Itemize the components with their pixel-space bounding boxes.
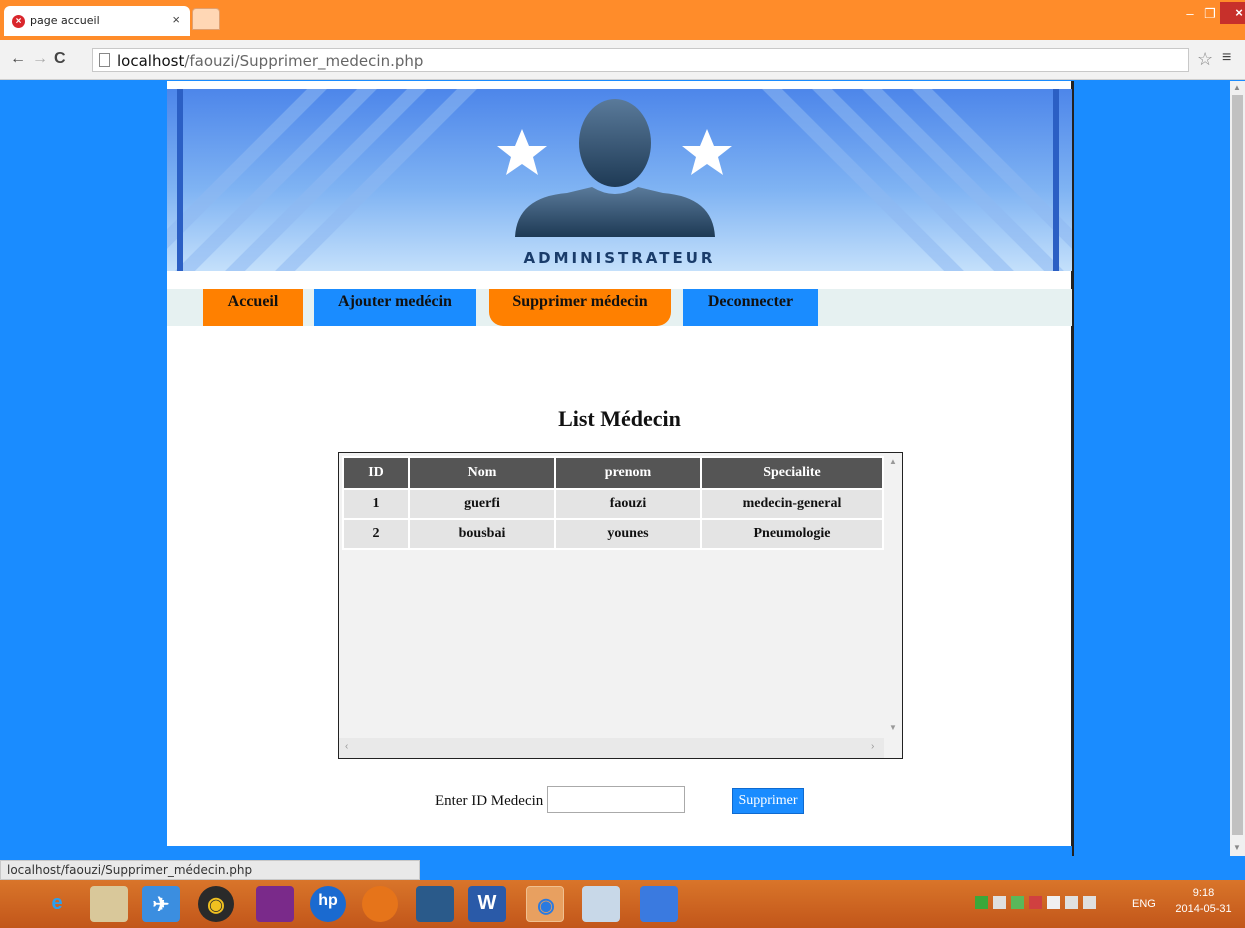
column-header-nom: Nom (408, 456, 556, 490)
table-horizontal-scrollbar[interactable]: ‹ › (339, 738, 884, 758)
cell-id: 2 (342, 518, 410, 550)
cell-nom: guerfi (408, 488, 556, 520)
tray-security-icon[interactable] (1029, 896, 1042, 909)
browser-title-bar: × page accueil × – ❐ × (0, 0, 1245, 40)
bookmark-star-icon[interactable]: ☆ (1197, 49, 1213, 70)
file-explorer-icon[interactable] (90, 886, 128, 922)
id-medecin-label: Enter ID Medecin : (435, 793, 552, 809)
main-navigation: Accueil Ajouter medécin Supprimer médeci… (167, 289, 1072, 326)
tray-app-icon[interactable] (975, 896, 988, 909)
reload-icon[interactable]: C (54, 50, 66, 68)
tab-close-icon[interactable]: × (172, 12, 180, 27)
column-header-id: ID (342, 456, 410, 490)
table-header-row: ID Nom prenom Specialite (342, 456, 884, 490)
close-window-icon[interactable]: × (1220, 2, 1245, 24)
doctor-table-frame: ID Nom prenom Specialite 1 guerfi faouzi… (338, 452, 903, 759)
page-viewport: ADMINISTRATEUR Accueil Ajouter medécin S… (0, 81, 1230, 856)
column-header-specialite: Specialite (700, 456, 884, 490)
internet-explorer-icon[interactable]: e (38, 886, 76, 922)
tray-device-icon[interactable] (1047, 896, 1060, 909)
url-text[interactable]: localhost/faouzi/Supprimer_medecin.php (117, 52, 423, 70)
banner-graphic (167, 89, 1072, 271)
table-row: 1 guerfi faouzi medecin-general (342, 488, 884, 520)
firefox-icon[interactable] (362, 886, 398, 922)
minimize-icon[interactable]: – (1180, 6, 1200, 21)
cell-prenom: younes (554, 518, 702, 550)
nav-supprimer-medecin[interactable]: Supprimer médecin (489, 289, 671, 326)
page-scrollbar[interactable]: ▲ ▼ (1230, 81, 1245, 856)
id-medecin-input[interactable] (547, 786, 685, 813)
clock-time: 9:18 (1192, 887, 1215, 899)
page-title: List Médecin (558, 406, 681, 431)
puzzle-app-icon[interactable] (256, 886, 294, 922)
cell-specialite: medecin-general (700, 488, 884, 520)
delete-form: Enter ID Medecin : Supprimer (167, 786, 1072, 816)
cell-prenom: faouzi (554, 488, 702, 520)
doctor-table: ID Nom prenom Specialite 1 guerfi faouzi… (342, 456, 884, 550)
address-bar[interactable]: localhost/faouzi/Supprimer_medecin.php (92, 48, 1189, 72)
url-host: localhost (117, 52, 185, 70)
banner-label: ADMINISTRATEUR (523, 249, 716, 267)
table-row: 2 bousbai younes Pneumologie (342, 518, 884, 550)
media-player-icon[interactable]: ◉ (198, 886, 234, 922)
chrome-icon[interactable]: ◉ (526, 886, 564, 922)
new-tab-button[interactable] (192, 8, 220, 30)
footer-strip (167, 846, 1072, 856)
back-arrow-icon[interactable]: ← (10, 50, 26, 68)
library-icon[interactable] (640, 886, 678, 922)
forward-arrow-icon[interactable]: → (32, 50, 48, 68)
scroll-right-arrow-icon[interactable]: › (871, 741, 874, 752)
hp-icon[interactable]: hp (310, 886, 346, 922)
browser-toolbar: ← → C localhost/faouzi/Supprimer_medecin… (0, 40, 1245, 80)
page-scroll-thumb[interactable] (1232, 95, 1243, 835)
table-vertical-scrollbar[interactable]: ▲ ▼ (884, 453, 902, 738)
page-icon (99, 53, 110, 67)
nav-deconnecter[interactable]: Deconnecter (683, 289, 818, 326)
link-status-bubble: localhost/faouzi/Supprimer_médecin.php (0, 860, 420, 880)
network-signal-icon[interactable] (1065, 896, 1078, 909)
rocket-app-icon[interactable]: ✈ (142, 886, 180, 922)
tray-shield-icon[interactable] (1011, 896, 1024, 909)
mysql-workbench-icon[interactable] (416, 886, 454, 922)
cell-id: 1 (342, 488, 410, 520)
column-header-prenom: prenom (554, 456, 702, 490)
browser-tab[interactable]: × page accueil × (4, 6, 190, 36)
language-indicator[interactable]: ENG (1132, 898, 1156, 910)
taskbar-clock[interactable]: 9:18 2014-05-31 (1166, 885, 1241, 917)
page-scroll-up-icon[interactable]: ▲ (1233, 83, 1241, 92)
admin-banner: ADMINISTRATEUR (167, 89, 1072, 271)
tab-title: page accueil (30, 14, 100, 27)
url-path: /faouzi/Supprimer_medecin.php (184, 52, 424, 70)
system-tray: ENG (975, 896, 1156, 916)
scroll-up-arrow-icon[interactable]: ▲ (889, 457, 897, 466)
cell-nom: bousbai (408, 518, 556, 550)
cell-specialite: Pneumologie (700, 518, 884, 550)
error-favicon-icon: × (12, 15, 25, 28)
nav-ajouter-medecin[interactable]: Ajouter medécin (314, 289, 476, 326)
word-icon[interactable]: W (468, 886, 506, 922)
scroll-left-arrow-icon[interactable]: ‹ (345, 741, 348, 752)
menu-icon[interactable]: ≡ (1222, 49, 1231, 67)
paint-icon[interactable] (582, 886, 620, 922)
page-scroll-down-icon[interactable]: ▼ (1233, 843, 1241, 852)
page-container: ADMINISTRATEUR Accueil Ajouter medécin S… (167, 81, 1074, 856)
action-center-icon[interactable] (993, 896, 1006, 909)
volume-icon[interactable] (1083, 896, 1096, 909)
clock-date: 2014-05-31 (1175, 903, 1232, 915)
nav-accueil[interactable]: Accueil (203, 289, 303, 326)
restore-icon[interactable]: ❐ (1203, 6, 1217, 22)
windows-taskbar: e ✈ ◉ hp W ◉ ENG 9:18 2014-05-31 (0, 880, 1245, 928)
supprimer-button[interactable]: Supprimer (732, 788, 804, 814)
scroll-down-arrow-icon[interactable]: ▼ (889, 723, 897, 732)
